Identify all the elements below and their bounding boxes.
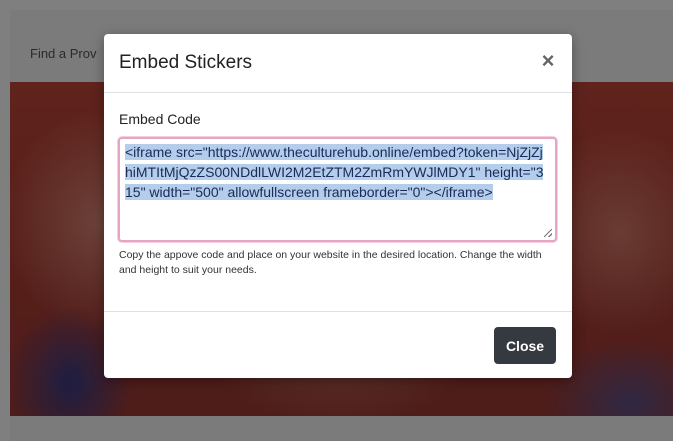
page: Find a Prov Embed Stickers × Embed Code … bbox=[0, 0, 673, 441]
close-icon[interactable]: × bbox=[538, 49, 558, 73]
modal-footer-divider bbox=[104, 311, 572, 312]
close-button[interactable]: Close bbox=[494, 327, 556, 364]
resize-handle-icon[interactable] bbox=[544, 229, 552, 237]
embed-code-label: Embed Code bbox=[119, 111, 201, 127]
embed-code-text: <iframe src="https://www.theculturehub.o… bbox=[125, 142, 550, 202]
embed-help-text: Copy the appove code and place on your w… bbox=[119, 249, 542, 276]
embed-stickers-modal: Embed Stickers × Embed Code <iframe src=… bbox=[104, 34, 572, 378]
modal-title: Embed Stickers bbox=[119, 52, 253, 73]
modal-header: Embed Stickers × bbox=[104, 34, 572, 93]
embed-code-selected-text: <iframe src="https://www.theculturehub.o… bbox=[125, 144, 544, 200]
embed-code-textarea[interactable]: <iframe src="https://www.theculturehub.o… bbox=[118, 137, 557, 242]
